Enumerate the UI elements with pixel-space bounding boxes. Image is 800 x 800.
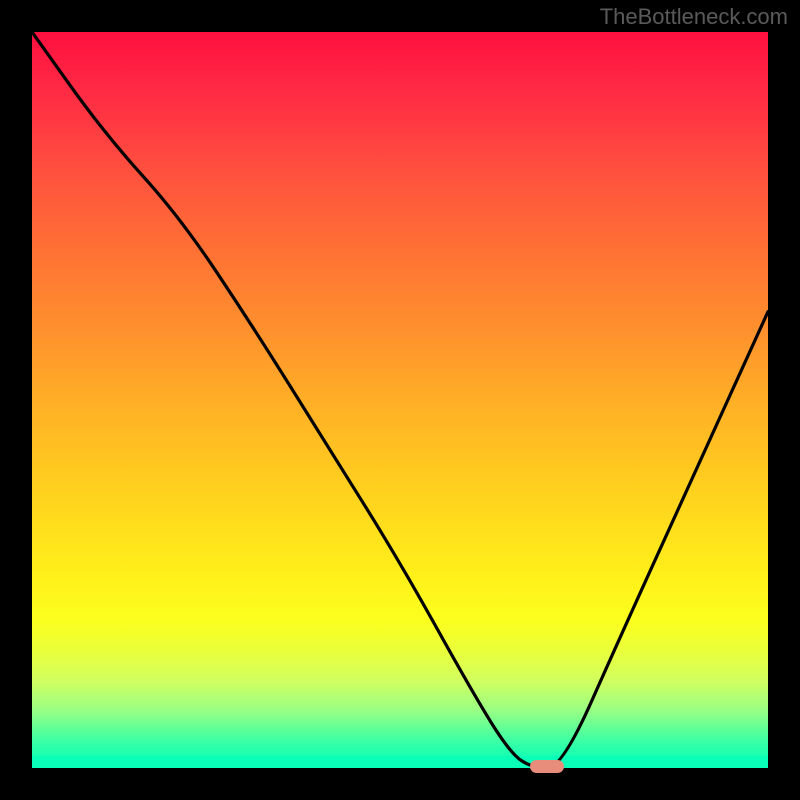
- chart-line: [32, 32, 768, 768]
- chart-optimal-marker: [530, 760, 564, 773]
- chart-line-path: [32, 32, 768, 768]
- watermark-text: TheBottleneck.com: [600, 4, 788, 30]
- chart-plot-area: [32, 32, 768, 768]
